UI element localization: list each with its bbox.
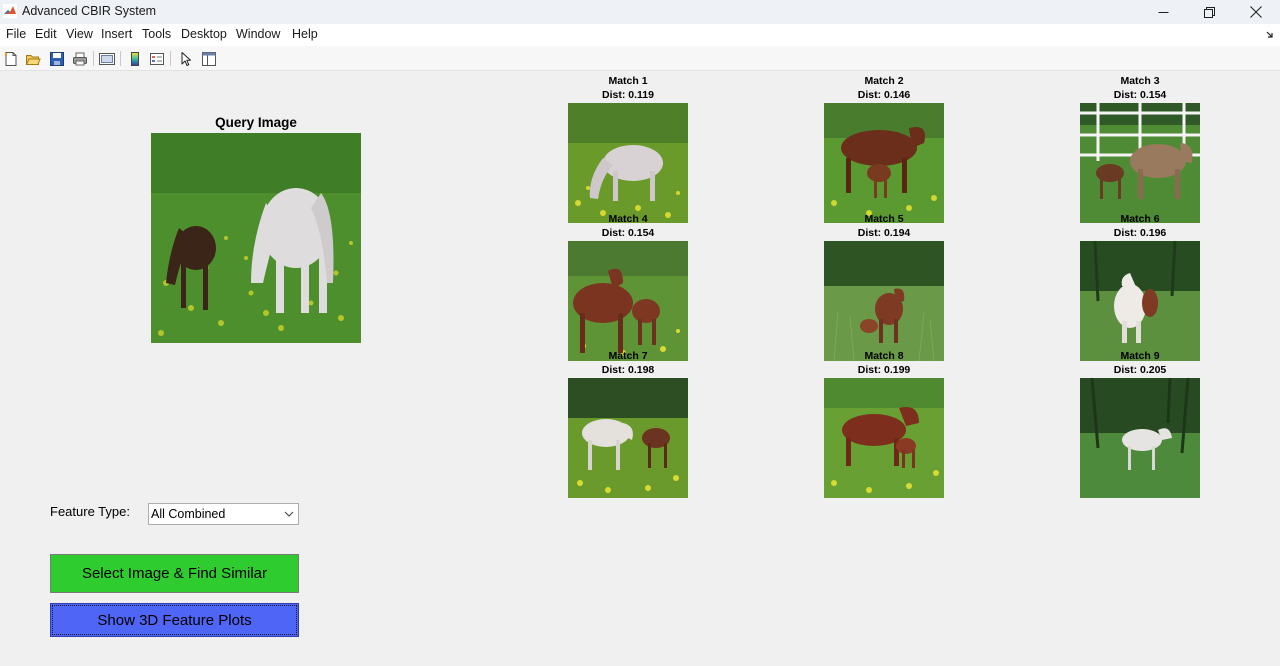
match-image <box>568 103 688 223</box>
edit-plot-pointer-icon <box>181 52 191 66</box>
restore-button[interactable] <box>1186 0 1232 24</box>
match-distance: Dist: 0.119 <box>602 89 654 101</box>
match-distance: Dist: 0.154 <box>601 227 655 239</box>
menu-tools[interactable]: Tools <box>142 27 171 41</box>
colorbar-icon <box>131 52 139 66</box>
restore-icon <box>1203 6 1215 18</box>
menu-desktop[interactable]: Desktop <box>181 27 227 41</box>
menu-file[interactable]: File <box>6 27 26 41</box>
window-title: Advanced CBIR System <box>22 4 157 18</box>
menu-help[interactable]: Help <box>292 27 318 41</box>
menu-insert[interactable]: Insert <box>101 27 132 41</box>
query-image <box>151 133 361 343</box>
match-title: Match 4 <box>608 213 648 225</box>
minimize-icon <box>1158 11 1168 13</box>
open-file-button[interactable] <box>24 50 42 68</box>
legend-icon <box>150 53 164 65</box>
query-image-graphic <box>151 133 361 343</box>
show-3d-plots-button[interactable]: Show 3D Feature Plots <box>50 603 299 637</box>
legend-button[interactable] <box>148 50 166 68</box>
property-inspector-icon <box>202 52 216 66</box>
print-button[interactable] <box>71 50 89 68</box>
match-title: Match 2 <box>864 75 904 87</box>
match-title: Match 1 <box>608 75 648 87</box>
feature-type-dropdown[interactable]: All Combined <box>148 503 299 525</box>
new-figure-button[interactable] <box>2 50 20 68</box>
match-image <box>1080 378 1200 498</box>
menu-edit[interactable]: Edit <box>35 27 57 41</box>
match-distance: Dist: 0.196 <box>1113 227 1167 239</box>
match-image <box>824 378 944 498</box>
match-distance: Dist: 0.199 <box>857 364 911 376</box>
query-image-title: Query Image <box>215 115 297 130</box>
match-title: Match 8 <box>864 350 904 362</box>
match-title: Match 7 <box>608 350 648 362</box>
match-title: Match 9 <box>1120 350 1160 362</box>
match-title: Match 5 <box>864 213 904 225</box>
feature-type-label: Feature Type: <box>50 504 130 519</box>
toolbar-separator <box>120 51 121 66</box>
new-figure-icon <box>4 52 17 66</box>
match-image <box>568 378 688 498</box>
select-image-button[interactable]: Select Image & Find Similar <box>50 554 299 593</box>
menu-window[interactable]: Window <box>236 27 280 41</box>
match-distance: Dist: 0.198 <box>601 364 655 376</box>
edit-plot-button[interactable] <box>177 50 195 68</box>
match-image <box>1080 103 1200 223</box>
match-image <box>824 103 944 223</box>
toolbar-separator <box>170 51 171 66</box>
match-distance: Dist: 0.154 <box>1113 89 1167 101</box>
property-inspector-button[interactable] <box>200 50 218 68</box>
title-bar: Advanced CBIR System <box>0 0 1280 24</box>
match-image <box>1080 241 1200 361</box>
match-image <box>568 241 688 361</box>
menu-view[interactable]: View <box>66 27 93 41</box>
toolbar-separator <box>93 51 94 66</box>
close-icon <box>1250 6 1262 18</box>
feature-type-value: All Combined <box>151 507 226 521</box>
link-plot-button[interactable] <box>98 50 116 68</box>
print-icon <box>73 52 87 66</box>
match-title: Match 6 <box>1120 213 1160 225</box>
match-distance: Dist: 0.194 <box>857 227 911 239</box>
dock-arrow-icon[interactable] <box>1266 31 1274 39</box>
match-title: Match 3 <box>1120 75 1160 87</box>
match-distance: Dist: 0.146 <box>857 89 911 101</box>
chevron-down-icon <box>284 511 294 517</box>
open-file-icon <box>25 55 41 65</box>
match-image <box>824 241 944 361</box>
figure-toolbar <box>0 46 1280 71</box>
link-plot-icon <box>99 53 115 65</box>
matlab-app-icon <box>3 4 17 18</box>
menu-bar: File Edit View Insert Tools Desktop Wind… <box>0 24 1280 46</box>
match-distance: Dist: 0.205 <box>1113 364 1167 376</box>
colorbar-button[interactable] <box>126 50 144 68</box>
save-button[interactable] <box>48 50 66 68</box>
minimize-button[interactable] <box>1140 0 1186 24</box>
close-button[interactable] <box>1233 0 1279 24</box>
save-icon <box>50 52 64 66</box>
